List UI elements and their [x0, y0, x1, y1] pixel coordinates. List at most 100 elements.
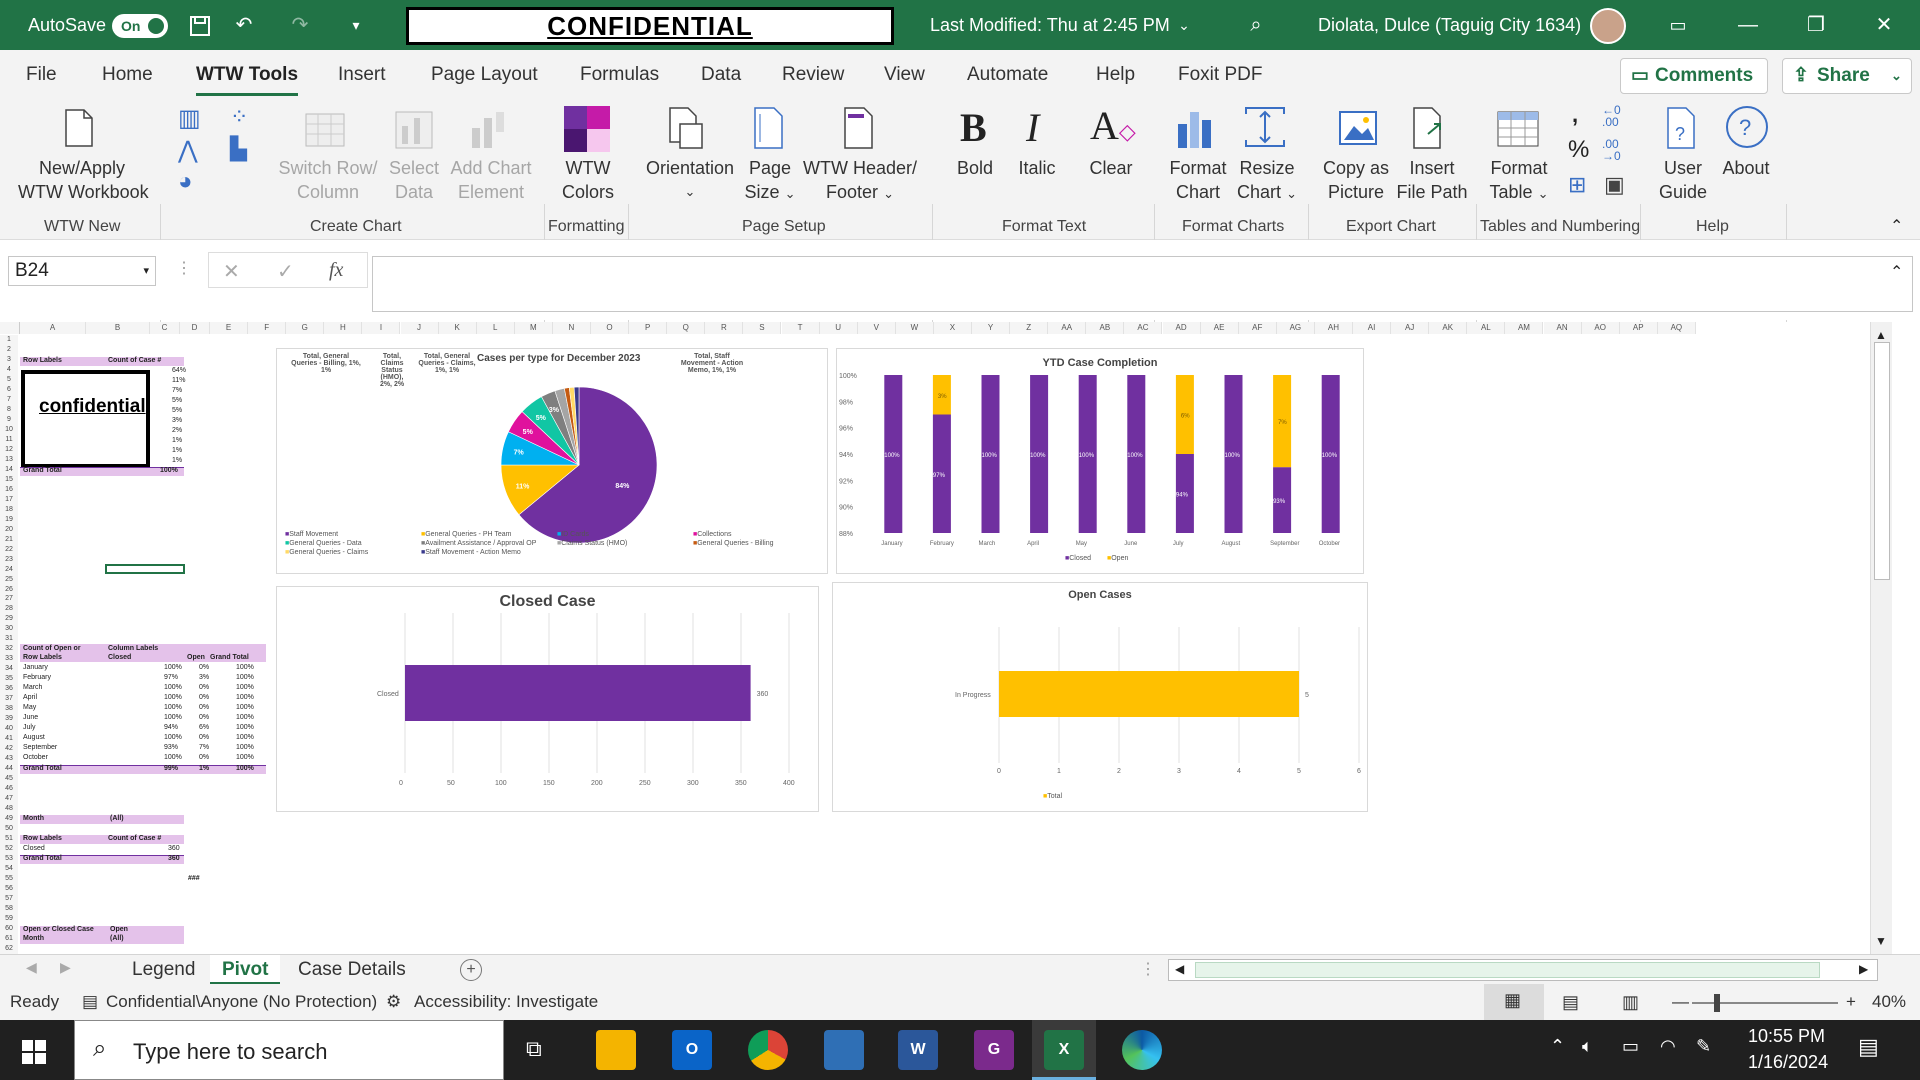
bold-button[interactable]: Bold	[952, 156, 998, 180]
zoom-out-icon[interactable]: —	[1672, 992, 1689, 1012]
name-box-chevron-icon[interactable]: ▾	[143, 257, 149, 285]
notifications-icon[interactable]: ▤	[1858, 1034, 1879, 1060]
page-break-view-icon[interactable]: ▥	[1622, 992, 1639, 1013]
outlook-icon[interactable]: O	[672, 1030, 712, 1070]
open-cases-chart[interactable]: Open Cases 0 1 2 3 4 5 6 In Progress 5 ■Total	[832, 582, 1368, 812]
search-icon[interactable]: ⌕	[1236, 0, 1276, 50]
resize-chart-button[interactable]: Resize Chart ⌄	[1232, 156, 1302, 206]
tab-insert[interactable]: Insert	[338, 64, 386, 86]
accessibility-status[interactable]: Accessibility: Investigate	[414, 992, 598, 1012]
next-sheet-icon[interactable]: ▶	[60, 959, 71, 976]
tab-automate[interactable]: Automate	[967, 64, 1048, 86]
insert-function-icon[interactable]: fx	[329, 259, 343, 282]
cancel-icon[interactable]: ✕	[223, 259, 240, 284]
tab-view[interactable]: View	[884, 64, 925, 86]
normal-view-button[interactable]: ▦	[1484, 984, 1544, 1020]
format-table-button[interactable]: Format Table ⌄	[1484, 156, 1554, 206]
comma-style-icon[interactable]: ,	[1572, 102, 1578, 128]
minimize-icon[interactable]: —	[1728, 0, 1768, 50]
prev-sheet-icon[interactable]: ◀	[26, 959, 37, 976]
pivot4-filter2-value[interactable]: (All)	[110, 934, 124, 944]
clock-time[interactable]: 10:55 PM	[1748, 1026, 1825, 1047]
zoom-in-icon[interactable]: +	[1846, 992, 1856, 1012]
insert-file-path-button[interactable]: Insert File Path	[1394, 156, 1470, 204]
scroll-down-icon[interactable]: ▼	[1875, 934, 1887, 948]
user-name[interactable]: Diolata, Dulce (Taguig City 1634)	[1318, 0, 1581, 50]
clear-button[interactable]: Clear	[1086, 156, 1136, 180]
calculator-icon[interactable]	[824, 1030, 864, 1070]
name-box[interactable]: B24 ▾	[8, 256, 156, 286]
switch-row-column-button[interactable]: Switch Row/Column	[278, 156, 378, 204]
battery-icon[interactable]: ▭	[1622, 1036, 1639, 1057]
ytd-chart[interactable]: YTD Case Completion 100% 98% 96% 94% 92% 90% 8…	[836, 348, 1364, 574]
edge-icon[interactable]	[1122, 1030, 1162, 1070]
tab-wtw-tools[interactable]: WTW Tools	[196, 64, 299, 96]
formula-input[interactable]	[372, 256, 1913, 312]
sheet-tab-legend[interactable]: Legend	[120, 955, 207, 985]
avatar[interactable]	[1590, 8, 1626, 44]
closed-case-chart[interactable]: Closed Case 0 50 100 150 200 250 300 350 400 Clos…	[276, 586, 819, 812]
tab-splitter-icon[interactable]: ⋮	[1140, 959, 1156, 979]
undo-icon[interactable]: ↶	[224, 0, 264, 50]
currency-icon[interactable]: ⊞	[1568, 172, 1586, 198]
worksheet[interactable]: A B C D E F G H I J K L M N O P Q R S T U V W X Y Z AA AB AC AD AE AF AG…	[0, 322, 1892, 954]
collapse-ribbon-icon[interactable]: ⌃	[1890, 216, 1903, 236]
sensitivity-label[interactable]: Confidential\Anyone (No Protection)	[106, 992, 377, 1012]
add-chart-element-button[interactable]: Add Chart Element	[446, 156, 536, 204]
vertical-scrollbar[interactable]: ▲ ▼	[1870, 322, 1892, 954]
pie-chart-icon[interactable]: ◕	[178, 168, 193, 196]
tab-help[interactable]: Help	[1096, 64, 1135, 86]
tab-page-layout[interactable]: Page Layout	[431, 64, 538, 86]
redo-icon[interactable]: ↷	[280, 0, 320, 50]
tab-foxit-pdf[interactable]: Foxit PDF	[1178, 64, 1262, 86]
ribbon-display-icon[interactable]: ▭	[1658, 0, 1698, 50]
taskbar-search[interactable]: ⌕ Type here to search	[74, 1020, 504, 1080]
pivot3-filter-value[interactable]: (All)	[110, 814, 124, 824]
user-guide-button[interactable]: User Guide	[1652, 156, 1714, 204]
wifi-icon[interactable]: ◠	[1660, 1036, 1676, 1057]
page-layout-view-icon[interactable]: ▤	[1562, 992, 1579, 1013]
sheet-tab-case-details[interactable]: Case Details	[286, 955, 418, 985]
format-chart-button[interactable]: Format Chart	[1164, 156, 1232, 204]
pen-icon[interactable]: ✎	[1696, 1036, 1711, 1057]
add-sheet-icon[interactable]: +	[460, 959, 482, 981]
foxit-pdf-icon[interactable]: G	[974, 1030, 1014, 1070]
tab-file[interactable]: File	[26, 64, 57, 86]
chrome-icon[interactable]	[748, 1030, 788, 1070]
restore-icon[interactable]: ❐	[1796, 0, 1836, 50]
increase-decimal-icon[interactable]: ←0.00	[1602, 104, 1621, 128]
tab-home[interactable]: Home	[102, 64, 153, 86]
close-icon[interactable]: ✕	[1864, 0, 1904, 50]
decrease-decimal-icon[interactable]: .00 →0	[1602, 138, 1621, 162]
tab-formulas[interactable]: Formulas	[580, 64, 659, 86]
enter-icon[interactable]: ✓	[277, 259, 294, 284]
scatter-chart-icon[interactable]: ⁘	[230, 104, 248, 130]
excel-taskbar-active[interactable]: X	[1032, 1020, 1096, 1080]
wtw-colors-button[interactable]: WTW Colors	[552, 156, 624, 204]
clock-date[interactable]: 1/16/2024	[1748, 1052, 1828, 1073]
expand-formula-icon[interactable]: ⌃	[1890, 262, 1903, 282]
new-apply-button[interactable]: New/Apply WTW Workbook	[18, 156, 149, 204]
orientation-button[interactable]: Orientation ⌄	[640, 156, 740, 204]
percent-style-icon[interactable]: %	[1568, 136, 1589, 164]
word-icon[interactable]: W	[898, 1030, 938, 1070]
vertical-scroll-thumb[interactable]	[1874, 342, 1890, 580]
scroll-right-icon[interactable]: ▶	[1859, 962, 1868, 976]
italic-button[interactable]: Italic	[1012, 156, 1062, 180]
scroll-left-icon[interactable]: ◀	[1175, 962, 1184, 976]
task-view-icon[interactable]: ⧉	[526, 1036, 542, 1062]
date-format-icon[interactable]: ▣	[1604, 172, 1625, 198]
horizontal-scroll-thumb[interactable]	[1195, 962, 1820, 978]
share-button[interactable]: Share ⇪ ⌄	[1782, 58, 1912, 94]
tray-chevron-icon[interactable]: ⌃	[1550, 1036, 1565, 1057]
comments-button[interactable]: Comments ▭	[1620, 58, 1768, 94]
autosave-toggle[interactable]: On	[112, 14, 168, 38]
save-icon[interactable]	[180, 0, 220, 50]
volume-icon[interactable]: 🔈︎	[1582, 1036, 1593, 1057]
select-data-button[interactable]: Select Data	[378, 156, 450, 204]
wtw-header-footer-button[interactable]: WTW Header/Footer ⌄	[800, 156, 920, 206]
copy-as-picture-button[interactable]: Copy as Picture	[1318, 156, 1394, 204]
file-explorer-icon[interactable]	[596, 1030, 636, 1070]
tab-review[interactable]: Review	[782, 64, 844, 86]
horizontal-scrollbar[interactable]: ◀ ▶	[1168, 959, 1878, 981]
